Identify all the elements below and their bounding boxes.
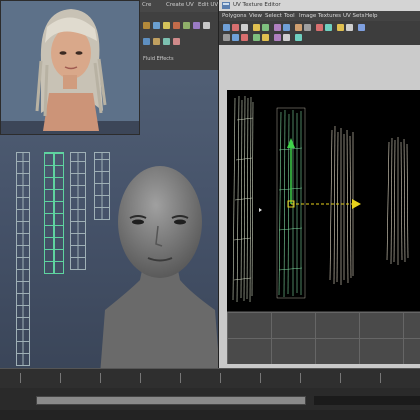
command-line[interactable] <box>0 410 420 420</box>
uv-texture-editor-window: UV Texture Editor Polygons View Select T… <box>218 0 420 368</box>
time-tick <box>380 373 381 383</box>
uv-tool-icon[interactable] <box>283 24 290 31</box>
uv-canvas[interactable] <box>227 90 420 313</box>
uv-strip[interactable] <box>16 152 30 366</box>
menu-select[interactable]: Select <box>265 13 282 19</box>
shelf-tool-icon[interactable] <box>143 38 150 45</box>
shelf-tool-icon[interactable] <box>163 38 170 45</box>
uv-tool-icon[interactable] <box>316 24 323 31</box>
mouse-cursor-icon <box>259 208 262 212</box>
head-model[interactable] <box>100 160 220 375</box>
uv-shell[interactable] <box>386 137 409 265</box>
menu-item[interactable]: Create UV <box>166 2 194 8</box>
menu-view[interactable]: View <box>249 13 262 19</box>
uv-tool-icon[interactable] <box>262 24 269 31</box>
uv-tool-icon[interactable] <box>358 24 365 31</box>
uv-grid-lower <box>227 312 420 364</box>
time-tick <box>260 373 261 383</box>
uv-shell[interactable] <box>232 95 254 303</box>
uv-tool-icon[interactable] <box>274 34 281 41</box>
time-tick <box>20 373 21 383</box>
menu-help[interactable]: Help <box>365 13 378 19</box>
shelf-tool-icon[interactable] <box>203 22 210 29</box>
uv-tool-icon[interactable] <box>241 24 248 31</box>
time-tick <box>100 373 101 383</box>
uv-editor-menu-bar: Polygons View Select Tool Image Textures… <box>219 11 420 21</box>
uv-strip[interactable] <box>70 152 86 270</box>
menu-textures[interactable]: Textures <box>318 13 341 19</box>
shelf-tool-icon[interactable] <box>183 22 190 29</box>
uv-tool-icon[interactable] <box>223 24 230 31</box>
menu-item[interactable]: Cre <box>142 2 151 8</box>
menu-item[interactable]: Edit UV <box>198 2 218 8</box>
time-tick <box>300 373 301 383</box>
time-tick <box>220 373 221 383</box>
shelf-tool-icon[interactable] <box>173 22 180 29</box>
uv-tool-icon[interactable] <box>337 24 344 31</box>
uv-tool-icon[interactable] <box>253 24 260 31</box>
uv-tool-icon[interactable] <box>325 24 332 31</box>
uv-tool-icon[interactable] <box>346 24 353 31</box>
uv-editor-grid-margin <box>219 45 420 90</box>
menu-uv-sets[interactable]: UV Sets <box>343 13 364 19</box>
range-slider-bar[interactable] <box>36 396 306 405</box>
uv-tool-icon[interactable] <box>295 24 302 31</box>
maya-shelf: Fluid Effects <box>140 12 220 70</box>
hair-preview-render <box>0 0 140 135</box>
time-tick <box>60 373 61 383</box>
window-title: UV Texture Editor <box>233 2 281 8</box>
time-slider[interactable] <box>0 368 420 389</box>
uv-tool-icon[interactable] <box>262 34 269 41</box>
menu-polygons[interactable]: Polygons <box>222 13 246 19</box>
uv-tool-icon[interactable] <box>283 34 290 41</box>
shelf-tool-icon[interactable] <box>143 22 150 29</box>
shelf-tool-icon[interactable] <box>153 22 160 29</box>
shelf-tool-icon[interactable] <box>163 22 170 29</box>
time-tick <box>180 373 181 383</box>
uv-tool-icon[interactable] <box>241 34 248 41</box>
time-tick <box>140 373 141 383</box>
shelf-tool-icon[interactable] <box>193 22 200 29</box>
playback-controls[interactable] <box>314 396 420 405</box>
uv-shells[interactable] <box>227 90 420 313</box>
uv-editor-toolbar <box>219 21 420 46</box>
shelf-tab-label[interactable]: Fluid Effects <box>143 56 174 62</box>
uv-strip-selected[interactable] <box>44 152 64 274</box>
uv-tool-icon[interactable] <box>304 24 311 31</box>
uv-tool-icon[interactable] <box>295 34 302 41</box>
uv-tool-icon[interactable] <box>274 24 281 31</box>
menu-tool[interactable]: Tool <box>284 13 295 19</box>
uv-shell[interactable] <box>329 125 354 285</box>
uv-tool-icon[interactable] <box>253 34 260 41</box>
shelf-tool-icon[interactable] <box>173 38 180 45</box>
uv-tool-icon[interactable] <box>232 24 239 31</box>
shelf-tool-icon[interactable] <box>153 38 160 45</box>
window-icon <box>222 2 230 9</box>
time-tick <box>340 373 341 383</box>
uv-tool-icon[interactable] <box>232 34 239 41</box>
menu-image[interactable]: Image <box>299 13 316 19</box>
uv-tool-icon[interactable] <box>223 34 230 41</box>
